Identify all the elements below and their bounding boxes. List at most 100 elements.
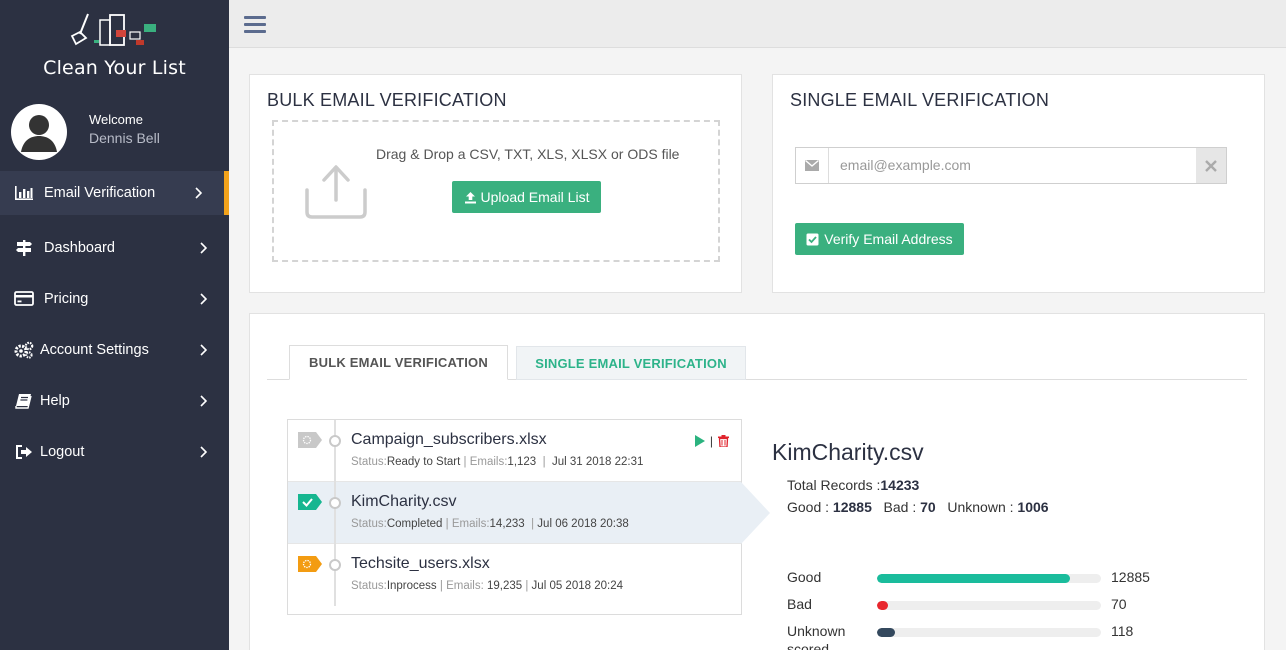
bar-fill <box>877 601 889 610</box>
file-email-count: 14,233 <box>489 518 525 530</box>
bad-count: 70 <box>920 499 936 515</box>
file-date: Jul 05 2018 20:24 <box>531 580 623 592</box>
sidebar-item-pricing[interactable]: Pricing <box>0 273 229 324</box>
bar-value: 70 <box>1111 596 1127 612</box>
file-meta: Status:Completed | Emails:14,233 | Jul 0… <box>351 518 629 530</box>
file-name: Campaign_subscribers.xlsx <box>351 431 547 448</box>
chevron-right-icon <box>200 343 207 356</box>
user-name: Dennis Bell <box>89 130 160 146</box>
bar-label: Good <box>787 569 822 585</box>
chevron-right-icon <box>200 394 207 407</box>
avatar[interactable] <box>11 104 67 160</box>
file-row[interactable]: Campaign_subscribers.xlsx Status:Ready t… <box>288 420 741 482</box>
completed-tag-icon <box>298 494 322 510</box>
file-name: Techsite_users.xlsx <box>351 555 490 572</box>
upload-icon <box>464 191 476 203</box>
sidebar-item-label: Email Verification <box>44 185 156 201</box>
tab-single-email-verification[interactable]: SINGLE EMAIL VERIFICATION <box>516 346 746 380</box>
sidebar-item-help[interactable]: Help <box>0 375 229 426</box>
menu-toggle-icon[interactable] <box>244 16 266 34</box>
bar-chart-icon <box>14 184 34 202</box>
selection-pointer <box>741 482 770 544</box>
bar-value: 118 <box>1111 623 1134 639</box>
sidebar-item-label: Pricing <box>44 290 89 307</box>
timeline-line <box>334 420 336 606</box>
user-silhouette-icon <box>14 107 64 157</box>
gears-icon <box>14 341 34 359</box>
sidebar-item-label: Account Settings <box>40 341 149 358</box>
timeline-dot <box>329 435 341 447</box>
chevron-right-icon <box>200 292 207 305</box>
verify-button-label: Verify Email Address <box>824 231 953 247</box>
chevron-right-icon <box>200 445 207 458</box>
sidebar-item-account-settings[interactable]: Account Settings <box>0 324 229 375</box>
detail-counts: Good : 12885 Bad : 70 Unknown : 1006 <box>787 499 1049 515</box>
file-date: Jul 31 2018 22:31 <box>551 456 644 468</box>
file-email-count: 1,123 <box>507 456 537 468</box>
unknown-count: 1006 <box>1017 499 1049 515</box>
credit-card-icon <box>14 290 34 308</box>
file-row[interactable]: Techsite_users.xlsx Status:Inprocess | E… <box>288 544 741 606</box>
file-row-selected[interactable]: KimCharity.csv Status:Completed | Emails… <box>288 482 770 544</box>
upload-tray-icon <box>305 165 367 219</box>
bar-track <box>877 574 1101 583</box>
sidebar: Clean Your List Welcome Dennis Bell Emai… <box>0 0 229 650</box>
timeline-dot <box>329 559 341 571</box>
bar-label: Bad <box>787 596 812 612</box>
bulk-verification-card: BULK EMAIL VERIFICATION Drag & Drop a CS… <box>249 74 742 293</box>
sidebar-item-label: Logout <box>40 443 85 460</box>
bar-unknown: Unknown 118 <box>787 623 1187 643</box>
tab-bulk-email-verification[interactable]: BULK EMAIL VERIFICATION <box>289 345 508 380</box>
single-card-title: SINGLE EMAIL VERIFICATION <box>790 90 1050 110</box>
clear-input-button[interactable] <box>1196 148 1226 183</box>
sidebar-item-logout[interactable]: Logout <box>0 426 229 477</box>
top-bar <box>229 0 1286 48</box>
sidebar-item-dashboard[interactable]: Dashboard <box>0 222 229 273</box>
close-icon <box>1205 159 1217 172</box>
detail-total-records: Total Records :14233 <box>787 477 920 493</box>
welcome-text: Welcome <box>89 112 143 127</box>
good-count: 12885 <box>832 499 872 515</box>
file-dropzone[interactable]: Drag & Drop a CSV, TXT, XLS, XLSX or ODS… <box>272 120 720 262</box>
detail-file-title: KimCharity.csv <box>772 439 924 465</box>
bar-track <box>877 628 1101 637</box>
single-verification-card: SINGLE EMAIL VERIFICATION Verify Email A… <box>772 74 1265 293</box>
file-meta: Status:Ready to Start | Emails:1,123 | J… <box>351 456 644 468</box>
bar-track <box>877 601 1101 610</box>
bar-fill <box>877 628 895 637</box>
chevron-right-icon <box>200 241 207 254</box>
logo[interactable]: Clean Your List <box>0 0 229 90</box>
email-input[interactable] <box>840 157 1180 173</box>
play-icon[interactable] <box>694 435 705 447</box>
sidebar-item-email-verification[interactable]: Email Verification <box>0 171 229 215</box>
bar-label: Unknown <box>787 623 846 639</box>
bar-bad: Bad 70 <box>787 596 1187 616</box>
timeline-dot <box>329 497 341 509</box>
file-status: Completed <box>386 518 443 530</box>
upload-button-label: Upload Email List <box>480 189 590 205</box>
file-status: Ready to Start <box>386 456 461 468</box>
file-meta: Status:Inprocess | Emails: 19,235 | Jul … <box>351 580 623 592</box>
bar-value: 12885 <box>1111 569 1150 585</box>
upload-email-list-button[interactable]: Upload Email List <box>452 181 601 213</box>
verification-history-card: BULK EMAIL VERIFICATION SINGLE EMAIL VER… <box>249 313 1265 650</box>
bar-good: Good 12885 <box>787 569 1187 589</box>
email-input-group <box>795 147 1227 184</box>
logo-text: Clean Your List <box>43 57 186 79</box>
dropzone-instructions: Drag & Drop a CSV, TXT, XLS, XLSX or ODS… <box>376 146 680 162</box>
envelope-icon <box>796 148 829 183</box>
user-profile: Welcome Dennis Bell <box>11 104 221 160</box>
bar-label-continued: scored <box>787 641 830 650</box>
sidebar-item-label: Dashboard <box>44 239 115 256</box>
total-records-value: 14233 <box>880 477 920 493</box>
file-list: Campaign_subscribers.xlsx Status:Ready t… <box>287 419 770 615</box>
verify-email-button[interactable]: Verify Email Address <box>795 223 964 255</box>
logo-mark <box>70 13 156 46</box>
bar-fill <box>877 574 1070 583</box>
file-name: KimCharity.csv <box>351 493 457 510</box>
sidebar-nav: Email Verification Dashboard Pricing Acc… <box>0 171 229 477</box>
book-icon <box>14 392 34 410</box>
file-status: Inprocess <box>386 580 437 592</box>
row-actions: | <box>694 434 729 448</box>
trash-icon[interactable] <box>718 435 729 447</box>
